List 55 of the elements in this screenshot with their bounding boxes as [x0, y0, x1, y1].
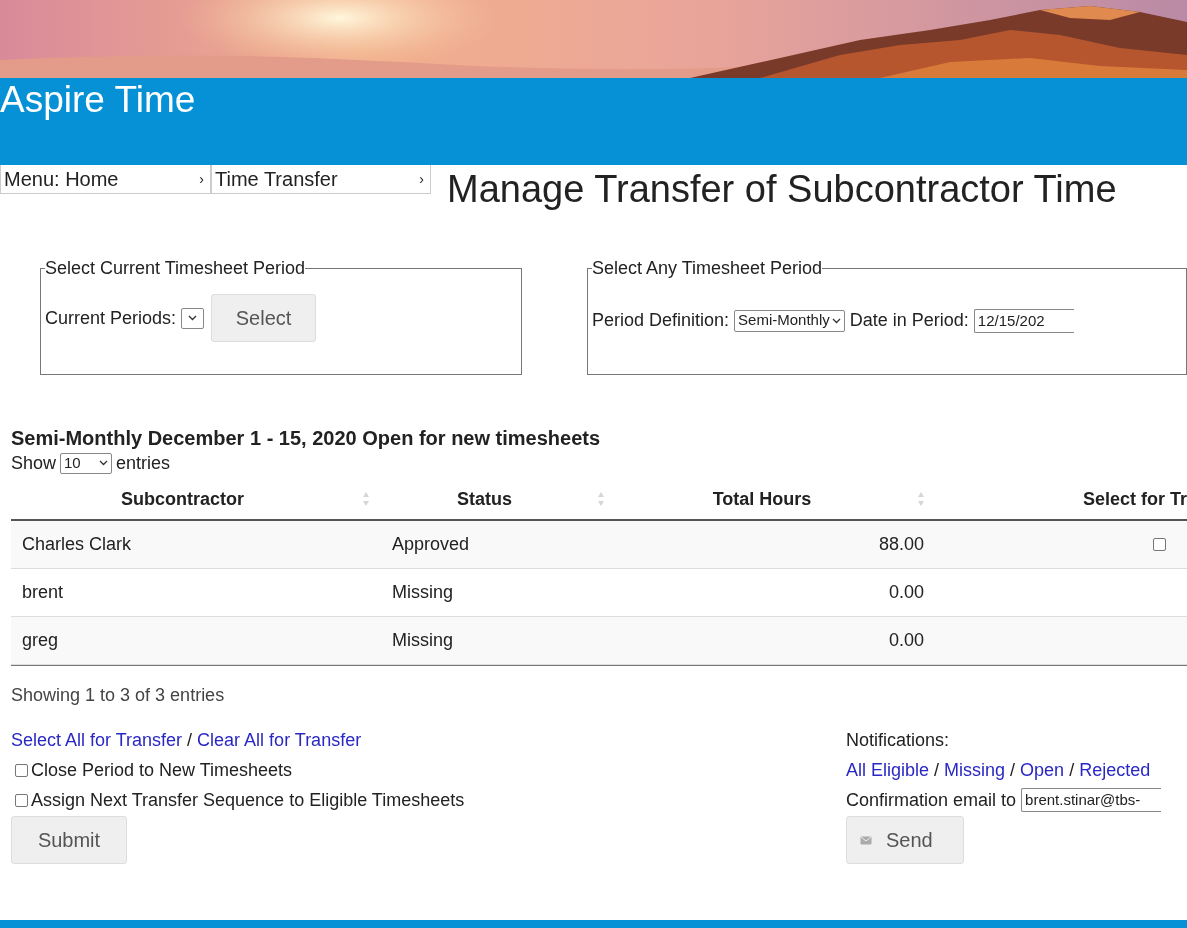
table-cell-text: 0.00	[887, 629, 925, 652]
notification-link[interactable]: All Eligible	[846, 760, 930, 780]
select-button[interactable]: Select	[211, 294, 317, 342]
entries-select[interactable]: 10	[60, 452, 113, 474]
bulk-link[interactable]: Select All for Transfer	[11, 730, 183, 750]
send-button[interactable]: Send	[846, 816, 964, 864]
notification-link[interactable]: Missing	[944, 760, 1006, 780]
field-label: Date in Period:	[849, 309, 969, 332]
bulk-link[interactable]: Clear All for Transfer	[197, 730, 362, 750]
table-cell-text: Approved	[391, 533, 471, 556]
breadcrumb-item[interactable]: Time Transfer ›	[211, 165, 431, 194]
column-header[interactable]: Select for Tr	[1082, 485, 1187, 513]
table-cell-text: 88.00	[877, 533, 925, 556]
table-cell-text: Missing	[391, 629, 454, 652]
chevron-down-icon	[99, 460, 109, 466]
panel-legend: Select Any Timesheet Period	[592, 255, 823, 282]
field-label: Period Definition:	[592, 309, 730, 332]
checkbox[interactable]	[15, 763, 28, 777]
period-heading: Semi-Monthly December 1 - 15, 2020 Open for new timesheets	[11, 426, 602, 451]
option-label: Close Period to New Timesheets	[31, 759, 293, 782]
separator: /	[187, 730, 193, 750]
period-definition-select[interactable]: Semi-Monthly	[734, 309, 845, 332]
notification-link[interactable]: Rejected	[1079, 760, 1151, 780]
separator: /	[1010, 760, 1016, 780]
breadcrumb-item[interactable]: Menu: Home ›	[0, 165, 211, 194]
option-label: Assign Next Transfer Sequence to Eligible Timesheets	[31, 789, 465, 812]
chevron-down-icon	[831, 317, 841, 324]
notification-link[interactable]: Open	[1020, 760, 1065, 780]
column-header[interactable]: Total Hours	[712, 485, 812, 513]
checkbox[interactable]	[1153, 538, 1166, 551]
show-label: Show	[11, 452, 57, 475]
email-field[interactable]: brent.stinar@tbs-	[1021, 788, 1162, 812]
submit-button[interactable]: Submit	[11, 816, 127, 864]
date-field[interactable]: 12/15/202	[973, 308, 1074, 333]
panel-legend: Select Current Timesheet Period	[45, 255, 306, 282]
column-header[interactable]: Subcontractor	[121, 485, 244, 513]
field-label: Current Periods:	[45, 306, 177, 330]
table-cell-text: brent	[21, 581, 65, 604]
checkbox[interactable]	[15, 793, 28, 807]
page-title: Manage Transfer of Subcontractor Time	[447, 167, 1117, 212]
envelope-icon	[860, 835, 872, 845]
column-header[interactable]: Status	[457, 485, 512, 513]
table-cell-text: greg	[21, 629, 60, 652]
table-cell-text: Charles Clark	[21, 533, 133, 556]
notifications-label: Notifications:	[846, 729, 951, 752]
table-cell-text: 0.00	[887, 581, 925, 604]
chevron-down-icon	[188, 315, 198, 321]
separator: /	[934, 760, 940, 780]
app-title: Aspire Time	[0, 80, 197, 120]
email-label: Confirmation email to	[846, 788, 1017, 812]
period-select[interactable]	[181, 307, 205, 329]
separator: /	[1069, 760, 1075, 780]
entries-label: entries	[116, 452, 171, 475]
table-cell-text: Missing	[391, 581, 454, 604]
table-info: Showing 1 to 3 of 3 entries	[11, 684, 226, 707]
